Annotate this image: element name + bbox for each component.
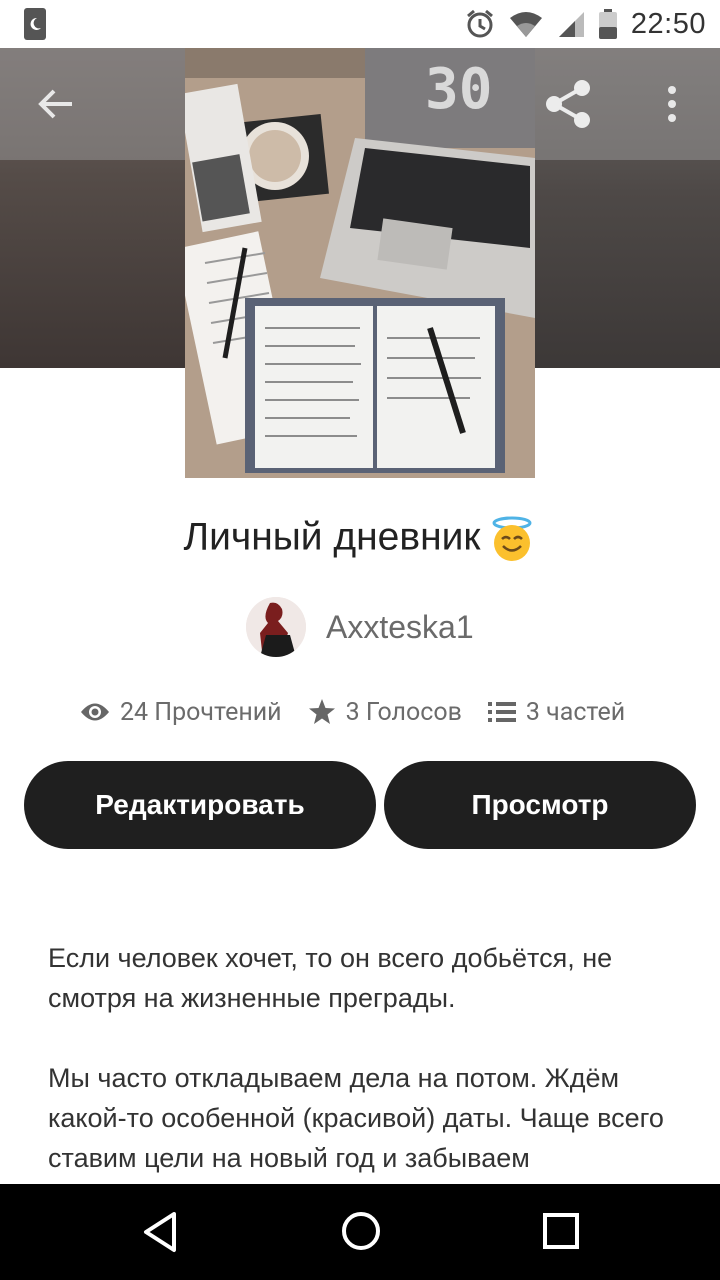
cover-illustration: 30 — [185, 48, 535, 478]
svg-text:30: 30 — [425, 57, 492, 122]
nav-recents-icon[interactable] — [542, 1212, 580, 1250]
author-row[interactable]: Axxteska1 — [246, 596, 474, 658]
nav-home-icon[interactable] — [340, 1210, 382, 1252]
parts-count: 3 частей — [525, 697, 626, 727]
edit-button[interactable]: Редактировать — [24, 761, 376, 849]
battery-icon — [598, 9, 617, 39]
signal-icon — [558, 12, 584, 37]
more-vertical-icon[interactable] — [656, 80, 688, 128]
description-paragraph-2: Мы часто откладываем дела на потом. Ждём… — [48, 1063, 664, 1173]
votes-stat: 3 Голосов — [308, 698, 462, 727]
story-stats: 24 Прочтений 3 Голосов 3 частей — [80, 690, 680, 734]
story-description: Если человек хочет, то он всего добьётся… — [48, 938, 678, 1218]
author-name[interactable]: Axxteska1 — [326, 609, 474, 646]
story-title: Личный дневник — [0, 515, 720, 563]
reads-stat: 24 Прочтений — [80, 698, 282, 727]
reads-count: 24 Прочтений — [120, 697, 282, 727]
parts-stat: 3 частей — [487, 697, 626, 727]
alarm-icon — [466, 9, 493, 38]
system-navigation-bar — [0, 1184, 720, 1280]
story-title-text: Личный дневник — [183, 515, 481, 559]
star-icon — [308, 699, 335, 724]
smiling-face-with-halo-icon — [492, 516, 532, 561]
nav-back-icon[interactable] — [140, 1210, 180, 1254]
share-icon[interactable] — [540, 76, 596, 132]
view-button[interactable]: Просмотр — [384, 761, 696, 849]
description-paragraph-1: Если человек хочет, то он всего добьётся… — [48, 943, 613, 1013]
status-bar: 22:50 — [0, 0, 720, 48]
moon-icon — [24, 8, 46, 40]
votes-count: 3 Голосов — [345, 697, 462, 727]
eye-icon — [81, 703, 109, 721]
status-time: 22:50 — [630, 7, 706, 40]
wifi-icon — [509, 12, 542, 37]
list-icon — [487, 702, 516, 722]
arrow-left-icon[interactable] — [34, 82, 78, 126]
story-cover-image[interactable]: 30 — [185, 48, 535, 478]
avatar[interactable] — [246, 597, 306, 657]
